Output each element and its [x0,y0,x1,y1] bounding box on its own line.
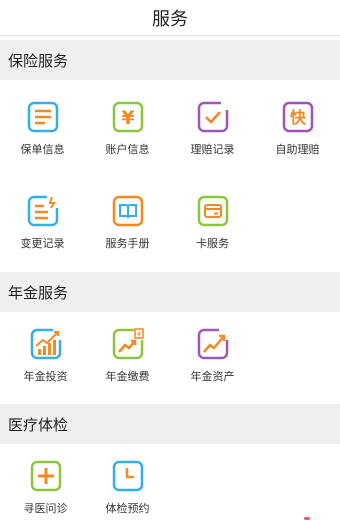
change-record-icon [27,195,59,227]
claim-records-button[interactable]: 理赔记录 [170,101,255,171]
card-service-label: 卡服务 [196,237,229,250]
annuity-assets-button[interactable]: 年金资产 [170,328,255,398]
policy-info-button[interactable]: 保单信息 [0,101,85,171]
clock-icon [112,460,144,492]
consultation-button[interactable]: 寻医问诊 [3,460,88,521]
account-info-label: 账户信息 [105,143,150,156]
self-service-claim-button[interactable]: 快 自助理赔 [255,101,340,171]
top-bar: 服务 [0,0,340,36]
consultation-label: 寻医问诊 [23,502,68,515]
payment-yuan-glyph: ¥ [136,331,141,339]
fast-kuai-icon: 快 [282,101,314,133]
claim-check-icon [197,101,229,133]
claim-records-label: 理赔记录 [190,143,235,156]
card-service-button[interactable]: 卡服务 [170,195,255,265]
service-manual-button[interactable]: 服务手册 [85,195,170,265]
annuity-payment-button[interactable]: ¥ 年金缴费 [85,328,170,398]
annuity-investment-label: 年金投资 [23,370,68,383]
section-header-annuity: 年金服务 [0,272,340,312]
section-header-medical: 医疗体检 [0,404,340,444]
asset-trend-icon [197,328,229,360]
annuity-investment-button[interactable]: 年金投资 [3,328,88,398]
change-records-label: 变更记录 [20,237,65,250]
checkup-booking-button[interactable]: 体检预约 [85,460,170,521]
book-icon [112,195,144,227]
annuity-payment-label: 年金缴费 [105,370,150,383]
annuity-assets-label: 年金资产 [190,370,235,383]
kuai-glyph: 快 [289,108,306,127]
card-icon [197,195,229,227]
payment-trend-icon: ¥ [112,328,144,360]
document-lines-icon [27,101,59,133]
yuan-glyph: ¥ [121,107,134,129]
page-indicator-dot [304,517,310,520]
change-records-button[interactable]: 变更记录 [0,195,85,265]
investment-chart-icon [30,328,62,360]
yuan-icon: ¥ [112,101,144,133]
self-service-claim-label: 自助理赔 [275,143,320,156]
medical-cross-icon [30,460,62,492]
service-manual-label: 服务手册 [105,237,150,250]
checkup-booking-label: 体检预约 [105,502,150,515]
account-info-button[interactable]: ¥ 账户信息 [85,101,170,171]
page-title: 服务 [152,8,188,30]
section-header-insurance: 保险服务 [0,40,340,80]
policy-info-label: 保单信息 [20,143,65,156]
